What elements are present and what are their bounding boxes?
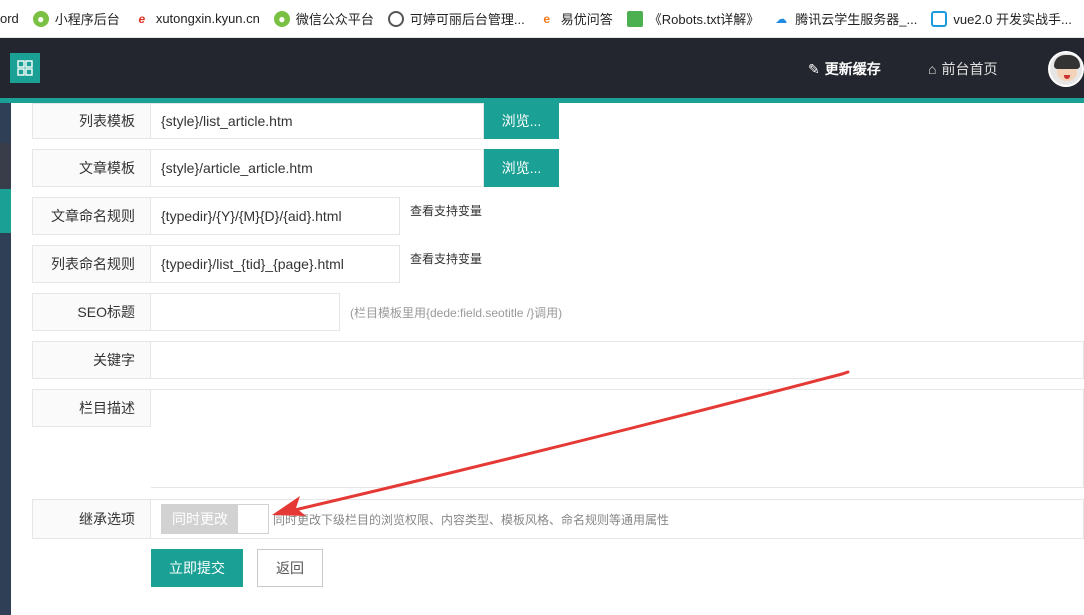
tv-icon [931, 10, 948, 27]
bookmark-label: 《Robots.txt详解》 [648, 12, 760, 27]
article-naming-input[interactable]: {typedir}/{Y}/{M}{D}/{aid}.html [151, 197, 400, 235]
bookmarks-bar: ord ● 小程序后台 e xutongxin.kyun.cn ● 微信公众平台… [0, 0, 1084, 38]
inherit-switch-label: 同时更改 [162, 505, 238, 533]
book-icon [626, 10, 643, 27]
bookmark-item[interactable]: e 易优问答 [539, 9, 613, 28]
frontend-home-link[interactable]: ⌂ 前台首页 [928, 59, 997, 79]
article-template-label: 文章模板 [32, 149, 151, 187]
description-textarea[interactable] [151, 389, 1084, 488]
description-label: 栏目描述 [32, 389, 151, 427]
bookmark-label: vue2.0 开发实战手... [953, 12, 1072, 27]
menu-toggle-button[interactable] [10, 53, 40, 83]
sidebar-item[interactable] [0, 143, 11, 189]
keywords-input[interactable] [151, 341, 1084, 379]
list-naming-label: 列表命名规则 [32, 245, 151, 283]
bookmark-label: 腾讯云学生服务器_... [795, 12, 918, 27]
frontend-home-label: 前台首页 [941, 61, 998, 77]
form-row-keywords: 关键字 [32, 341, 1084, 379]
seo-title-hint: (栏目模板里用{dede:field.seotitle /}调用) [350, 305, 563, 320]
back-button[interactable]: 返回 [257, 549, 323, 587]
bookmark-label: xutongxin.kyun.cn [155, 11, 260, 26]
refresh-cache-label: 更新缓存 [824, 61, 881, 77]
seo-title-label: SEO标题 [32, 293, 151, 331]
form-row-list-naming: 列表命名规则 {typedir}/list_{tid}_{page}.html … [32, 245, 482, 283]
wechat-icon: ● [273, 10, 290, 27]
form-row-seo-title: SEO标题 (栏目模板里用{dede:field.seotitle /}调用) [32, 293, 562, 331]
bookmark-label: ord [0, 11, 19, 26]
bookmark-item[interactable]: 可婷可丽后台管理... [387, 9, 525, 28]
list-template-label: 列表模板 [32, 103, 151, 139]
e-icon: e [138, 11, 146, 26]
submit-button[interactable]: 立即提交 [151, 549, 243, 587]
home-icon: ⌂ [928, 61, 937, 77]
list-naming-help-link[interactable]: 查看支持变量 [400, 239, 482, 277]
form-content: 列表模板 {style}/list_article.htm 浏览... 文章模板… [11, 103, 1084, 615]
bookmark-label: 可婷可丽后台管理... [409, 12, 525, 27]
cloud-icon: ☁ [775, 11, 788, 26]
inherit-field: 同时更改 同时更改下级栏目的浏览权限、内容类型、模板风格、命名规则等通用属性 [151, 499, 1084, 539]
bookmark-label: 小程序后台 [54, 12, 120, 27]
form-row-inherit: 继承选项 同时更改 同时更改下级栏目的浏览权限、内容类型、模板风格、命名规则等通… [32, 499, 1084, 539]
keywords-label: 关键字 [32, 341, 151, 379]
refresh-cache-link[interactable]: ✎ 更新缓存 [808, 59, 881, 79]
user-avatar[interactable] [1048, 51, 1084, 87]
list-naming-input[interactable]: {typedir}/list_{tid}_{page}.html [151, 245, 400, 283]
bookmark-item[interactable]: vue2.0 开发实战手... [931, 9, 1072, 28]
grid-icon [17, 60, 33, 76]
e-orange-icon: e [543, 11, 551, 26]
bookmark-item[interactable]: ord [0, 11, 19, 26]
seo-title-input[interactable] [151, 293, 340, 331]
browse-article-template-button[interactable]: 浏览... [484, 149, 559, 187]
article-naming-help-link[interactable]: 查看支持变量 [400, 191, 482, 229]
bookmark-item[interactable]: ● 小程序后台 [32, 9, 120, 28]
bookmark-item[interactable]: ● 微信公众平台 [273, 9, 374, 28]
article-template-input[interactable]: {style}/article_article.htm [151, 149, 484, 187]
bookmark-label: 易优问答 [560, 12, 613, 27]
bookmark-label: 微信公众平台 [295, 12, 374, 27]
globe-icon [387, 10, 404, 27]
bookmark-item[interactable]: ☁ 腾讯云学生服务器_... [773, 9, 917, 28]
bookmark-item[interactable]: e xutongxin.kyun.cn [134, 11, 260, 27]
form-row-list-template: 列表模板 {style}/list_article.htm 浏览... [32, 103, 559, 139]
inherit-hint: 同时更改下级栏目的浏览权限、内容类型、模板风格、命名规则等通用属性 [273, 512, 670, 527]
form-row-article-template: 文章模板 {style}/article_article.htm 浏览... [32, 149, 559, 187]
eraser-icon: ✎ [808, 60, 820, 77]
inherit-label: 继承选项 [32, 499, 151, 539]
sidebar-item-active[interactable] [0, 189, 11, 233]
form-row-description: 栏目描述 [32, 389, 1084, 488]
bookmark-item[interactable]: 《Robots.txt详解》 [626, 9, 760, 28]
admin-header: ✎ 更新缓存 ⌂ 前台首页 [0, 38, 1084, 98]
inherit-switch[interactable]: 同时更改 [161, 504, 269, 534]
left-sidebar [0, 103, 11, 615]
form-row-article-naming: 文章命名规则 {typedir}/{Y}/{M}{D}/{aid}.html 查… [32, 197, 482, 235]
list-template-input[interactable]: {style}/list_article.htm [151, 103, 484, 139]
wechat-icon: ● [32, 10, 49, 27]
article-naming-label: 文章命名规则 [32, 197, 151, 235]
browse-list-template-button[interactable]: 浏览... [484, 103, 559, 139]
